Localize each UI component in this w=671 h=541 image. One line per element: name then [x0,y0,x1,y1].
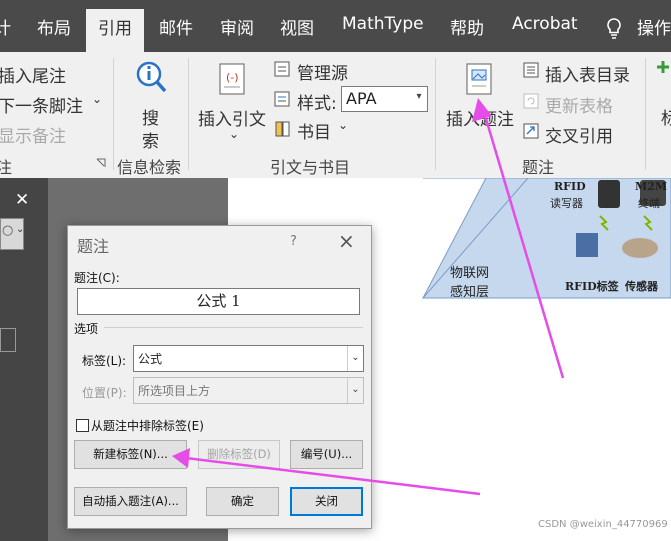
watermark: CSDN @weixin_44770969 [538,519,668,530]
arrow-head [172,448,190,468]
annotation-arrows [172,98,565,496]
arrow-line [482,111,565,379]
arrow-line [185,456,481,496]
arrow-head [472,98,492,122]
